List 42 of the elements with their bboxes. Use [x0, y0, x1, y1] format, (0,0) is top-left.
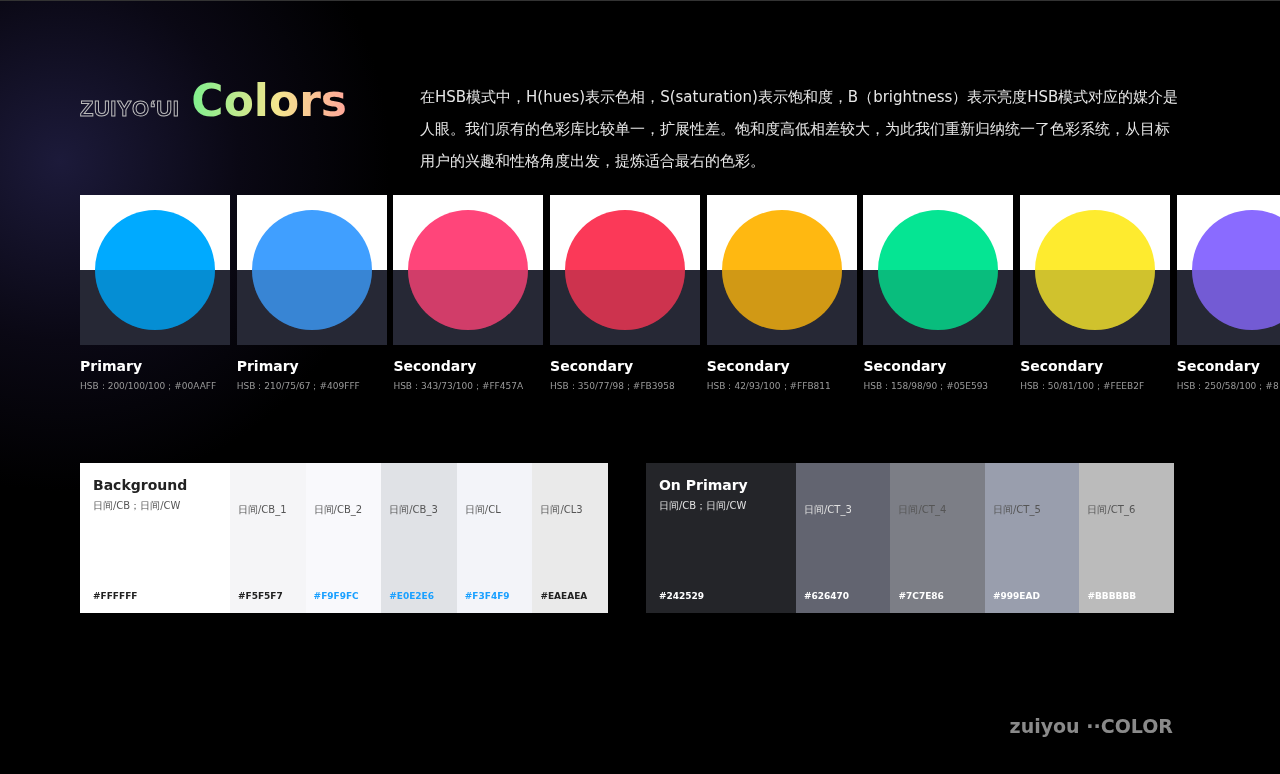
- swatch-spec: HSB：42/93/100；#FFB811: [706, 380, 832, 393]
- tone-name: 日间/CB_3: [389, 503, 439, 517]
- tone-hex: #EAEAEA: [540, 591, 589, 601]
- tone-hex: #242529: [658, 591, 706, 601]
- tone-hex: #F9F9FC: [313, 591, 360, 601]
- logo-text: ZUIYO‘UI: [80, 96, 180, 122]
- swatch-spec: HSB：200/100/100；#00AAFF: [80, 380, 218, 393]
- tone-name: 日间/CT_6: [1087, 503, 1137, 517]
- swatch-label: Secondary: [863, 358, 948, 374]
- swatch-spec: HSB：50/81/100；#FEEB2F: [1020, 380, 1146, 393]
- swatch-label: Primary: [80, 358, 144, 374]
- swatch-label: Secondary: [393, 358, 478, 374]
- tone-name: 日间/CB；日间/CW: [93, 499, 182, 513]
- tone-name: 日间/CT_3: [803, 503, 853, 517]
- tone-hex: #FFFFFF: [93, 591, 139, 601]
- palette-title: On Primary: [658, 477, 749, 493]
- swatch-label: Secondary: [1176, 358, 1261, 374]
- swatch-label: Secondary: [706, 358, 791, 374]
- swatch-label: Primary: [236, 358, 300, 374]
- swatch-spec: HSB：158/98/90；#05E593: [863, 380, 990, 393]
- tone-name: 日间/CB_2: [313, 503, 364, 517]
- tone-hex: #E0E2E6: [389, 591, 435, 601]
- swatch-spec: HSB：343/73/100；#FF457A: [393, 380, 525, 393]
- tone-hex: #F3F4F9: [464, 591, 511, 601]
- swatch-spec: HSB：210/75/67；#409FFF: [236, 380, 361, 393]
- tone-name: 日间/CT_5: [992, 503, 1042, 517]
- tone-name: 日间/CB_1: [238, 503, 288, 517]
- swatch-label: Secondary: [1020, 358, 1105, 374]
- swatch-spec: HSB：250/58/100；#8: [1176, 380, 1280, 393]
- description-text: 在HSB模式中，H(hues)表示色相，S(saturation)表示饱和度，B（brightness）表示亮度HSB模式对应的媒介是人眼。我们原有的色彩库比较单一，扩展性差。饱和度高低相差较大，为此我们重新归纳统一了色彩系统，从目标用户的兴趣和性格角度出发，提炼适合最右的色彩。: [420, 87, 1180, 172]
- tone-name: 日间/CL3: [540, 503, 584, 517]
- tone-hex: #F5F5F7: [238, 591, 284, 601]
- swatch-label: Secondary: [550, 358, 635, 374]
- tone-hex: #999EAD: [992, 591, 1041, 601]
- footer-logo-text: zuiyou ··COLOR: [1009, 715, 1173, 737]
- palette-title: Background: [93, 477, 189, 493]
- tone-hex: #7C7E86: [898, 591, 945, 601]
- tone-name: 日间/CL: [464, 503, 502, 517]
- swatch-spec: HSB：350/77/98；#FB3958: [550, 380, 676, 393]
- tone-name: 日间/CB；日间/CW: [658, 499, 748, 513]
- tone-hex: #626470: [803, 591, 851, 601]
- tone-hex: #BBBBBB: [1087, 591, 1138, 601]
